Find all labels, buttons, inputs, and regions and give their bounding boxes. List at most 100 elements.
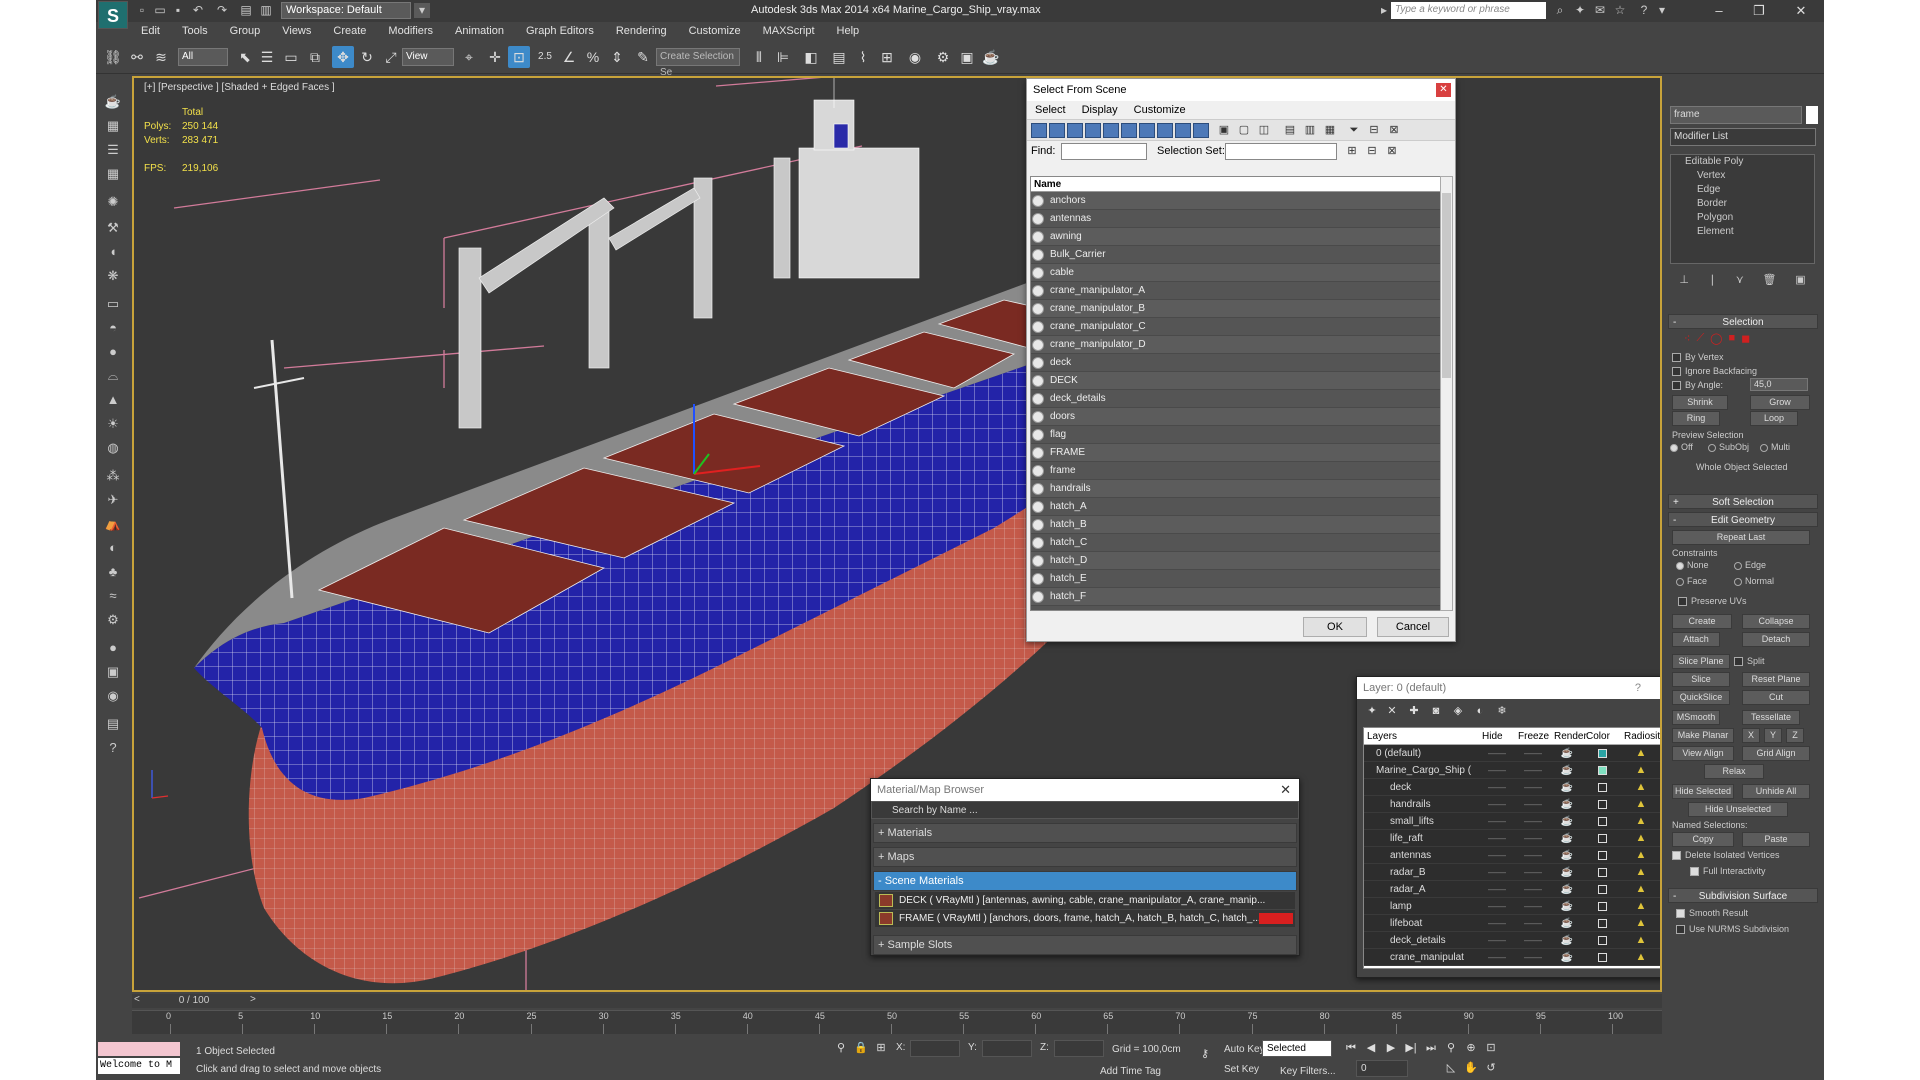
radiosity-icon[interactable]: ▲ [1621,747,1660,759]
selection-rollout-header[interactable]: - Selection [1668,314,1818,329]
options-icon[interactable]: ⊠ [1387,123,1401,138]
edit-named-sets-icon[interactable]: ✎ [632,46,654,68]
scale-icon[interactable]: ⤢ [380,46,402,68]
pin-stack-icon[interactable]: ⊥ [1679,273,1689,293]
scene-list-item[interactable]: crane_manipulator_C [1031,318,1451,336]
stack-vertex[interactable]: Vertex [1671,169,1814,183]
material-search-input[interactable]: Search by Name ... [871,801,1299,819]
scene-list-item[interactable]: doors [1031,408,1451,426]
next-frame-icon[interactable]: ▶| [1402,1040,1420,1056]
speaker-icon[interactable]: ◖ [102,242,124,262]
radiosity-icon[interactable]: ▲ [1621,832,1660,844]
shrink-button[interactable]: Shrink [1672,395,1728,410]
layer-color-swatch[interactable] [1583,952,1621,962]
select-object-icon[interactable]: ⬉ [234,46,256,68]
render-teapot-icon[interactable]: ☕ [1551,867,1583,878]
spray-icon[interactable]: ✈ [102,490,124,510]
detach-button[interactable]: Detach [1742,632,1810,647]
layer-row[interactable]: lifeboat —— —— ☕ ▲ [1364,915,1660,932]
stack-border[interactable]: Border [1671,197,1814,211]
scene-list-item[interactable]: hatch_D [1031,552,1451,570]
image-icon[interactable]: ▦ [102,116,124,136]
unhide-all-button[interactable]: Unhide All [1742,784,1810,799]
reset-plane-button[interactable]: Reset Plane [1742,672,1810,687]
menu-customize[interactable]: Customize [678,25,752,37]
edge-level-icon[interactable]: ⟋ [1696,332,1704,345]
col-layers[interactable]: Layers [1364,728,1479,744]
radiosity-icon[interactable]: ▲ [1621,798,1660,810]
menu-views[interactable]: Views [271,25,322,37]
hide-toggle[interactable]: —— [1479,833,1515,843]
cone-icon[interactable]: ▲ [102,390,124,410]
layer-row[interactable]: crane_manipulat —— —— ☕ ▲ [1364,949,1660,966]
menu-rendering[interactable]: Rendering [605,25,678,37]
materials-rollout[interactable]: + Materials [873,823,1297,843]
col-render[interactable]: Render [1551,728,1587,744]
border-level-icon[interactable]: ◯ [1710,332,1722,345]
time-prev-arrow-icon[interactable]: < [134,994,140,1005]
by-vertex-checkbox[interactable]: By Vertex [1672,352,1724,363]
msmooth-button[interactable]: MSmooth [1672,710,1720,725]
display-invert-icon[interactable]: ◫ [1257,123,1271,138]
sphere-icon[interactable]: ● [102,342,124,362]
layer-row[interactable]: 0 (default) —— —— ☕ ▲ [1364,745,1660,762]
radiosity-icon[interactable]: ▲ [1621,951,1660,963]
workspace-dropdown[interactable]: Workspace: Default [281,2,411,19]
pan-icon[interactable]: ✋ [1462,1060,1480,1076]
light-icon[interactable]: ✺ [102,192,124,212]
grid-align-button[interactable]: Grid Align [1742,746,1810,761]
soft-selection-rollout-header[interactable]: + Soft Selection [1668,494,1818,509]
layer-color-swatch[interactable] [1583,748,1621,758]
loop-button[interactable]: Loop [1750,411,1798,426]
scene-list-item[interactable]: awning [1031,228,1451,246]
radiosity-icon[interactable]: ▲ [1621,934,1660,946]
list-icon[interactable]: ☰ [102,140,124,160]
field-of-view-icon[interactable]: ◺ [1442,1060,1460,1076]
project-folder-icon[interactable]: ▤ [238,3,254,18]
layer-row[interactable]: deck —— —— ☕ ▲ [1364,779,1660,796]
render-teapot-icon[interactable]: ☕ [1551,782,1583,793]
make-unique-icon[interactable]: ⋎ [1736,273,1744,293]
freeze-toggle[interactable]: —— [1515,884,1551,894]
layer-color-swatch[interactable] [1583,884,1621,894]
layer-color-swatch[interactable] [1583,918,1621,928]
help-icon[interactable]: ? [1636,3,1652,18]
selection-set-edit-icon[interactable]: ⊠ [1385,144,1399,159]
freeze-toggle[interactable]: —— [1515,935,1551,945]
perspective-viewport[interactable]: [+] [Perspective ] [Shaded + Edged Faces… [132,76,1662,992]
radiosity-icon[interactable]: ▲ [1621,900,1660,912]
sfs-menu-display[interactable]: Display [1074,104,1126,116]
ribbon-icon[interactable]: ▤ [828,46,850,68]
grow-button[interactable]: Grow [1750,395,1810,410]
zoom-icon[interactable]: ⚲ [1442,1040,1460,1056]
render-production-icon[interactable]: ☕ [980,46,1002,68]
scene-list-item[interactable]: handrails [1031,480,1451,498]
app-logo-icon[interactable]: S [98,1,128,29]
curve-editor-icon[interactable]: ⌇ [852,46,874,68]
set-key-button[interactable]: Set Key [1224,1064,1259,1075]
layer-color-swatch[interactable] [1583,833,1621,843]
layer-row[interactable]: deck_details —— —— ☕ ▲ [1364,932,1660,949]
layer-row[interactable]: radar_B —— —— ☕ ▲ [1364,864,1660,881]
render-teapot-icon[interactable]: ☕ [1551,850,1583,861]
layer-color-swatch[interactable] [1583,901,1621,911]
add-time-tag[interactable]: Add Time Tag [1100,1066,1161,1077]
subdivision-surface-rollout-header[interactable]: - Subdivision Surface [1668,888,1818,903]
collapse-button[interactable]: Collapse [1742,614,1810,629]
freeze-toggle[interactable]: —— [1515,901,1551,911]
layer-row[interactable]: handrails —— —— ☕ ▲ [1364,796,1660,813]
menu-animation[interactable]: Animation [444,25,515,37]
play-icon[interactable]: ▶ [1382,1040,1400,1056]
freeze-toggle[interactable]: —— [1515,765,1551,775]
selection-set-dropdown[interactable] [1225,143,1337,160]
help-button[interactable]: ? [1635,677,1641,699]
layer-color-swatch[interactable] [1583,765,1621,775]
z-coord-field[interactable] [1054,1040,1104,1057]
plant-icon[interactable]: ♣ [102,562,124,582]
sticky-icon[interactable]: ▥ [258,3,274,18]
scene-list-item[interactable]: hatch_E [1031,570,1451,588]
display-groups-icon[interactable] [1139,123,1155,138]
layer-row[interactable]: lamp —— —— ☕ ▲ [1364,898,1660,915]
display-spacewarps-icon[interactable] [1121,123,1137,138]
freeze-toggle[interactable]: —— [1515,833,1551,843]
